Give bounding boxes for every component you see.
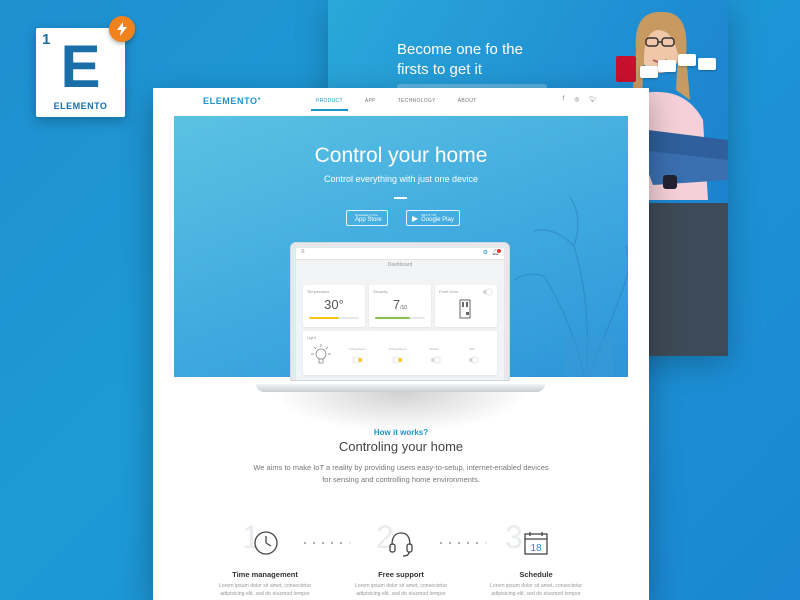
gear-icon[interactable]: ⚙ — [483, 249, 488, 256]
nav-brand-logo[interactable]: ELEMENTO● — [203, 96, 261, 106]
security-card[interactable]: Security 7/10 — [369, 285, 431, 327]
google-play-label: Google Play — [421, 217, 454, 223]
light-room-dining: Dining Room — [389, 347, 407, 351]
dashboard-topbar: ≡ ⚙ 🔔︎ — [296, 248, 504, 260]
landing-page-preview: ELEMENTO● PRODUCT APP TECHNOLOGY ABOUT f… — [153, 88, 649, 600]
temperature-value: 30° — [324, 297, 344, 312]
logo-letter: E — [60, 33, 101, 100]
kitchen-toggle[interactable] — [431, 357, 440, 363]
security-label: Security — [373, 289, 388, 294]
feature-number: 3 — [505, 519, 523, 555]
hero-title: Control your home — [314, 144, 488, 167]
light-room-living: Living Room — [349, 347, 366, 351]
app-store-button[interactable]: Download on the App Store — [346, 210, 388, 226]
temperature-bar-fill — [309, 317, 339, 319]
feature-description: Lorem ipsum dolor sit amet, consectetur … — [218, 583, 312, 597]
feature-free-support: 2 Free support Lorem ipsum dolor sit ame… — [346, 520, 456, 600]
twitter-icon[interactable]: 🐦︎ — [589, 96, 597, 103]
elemento-logo-badge: 1 E ELEMENTO — [36, 28, 125, 117]
security-bar — [375, 317, 425, 319]
nav-item-technology[interactable]: TECHNOLOGY — [398, 98, 436, 111]
security-value: 7/10 — [369, 297, 431, 312]
feature-title: Free support — [378, 570, 424, 579]
step-connector: › — [440, 540, 487, 546]
calendar-icon: 18 — [524, 532, 548, 555]
hamburger-menu-icon[interactable]: ≡ — [301, 249, 305, 255]
notification-dot — [497, 249, 501, 253]
front-door-card[interactable]: Front Door — [435, 285, 497, 327]
feature-schedule: 3 18 Schedule Lorem ipsum dolor sit amet… — [481, 520, 591, 600]
light-card: Light Living Room Dining Room Kitchen Ha… — [303, 331, 497, 375]
how-it-works-description: We aims to make IoT a reality by providi… — [253, 463, 549, 484]
feature-time-management: 1 Time management Lorem ipsum dolor sit … — [210, 520, 320, 600]
top-navigation: ELEMENTO● PRODUCT APP TECHNOLOGY ABOUT f… — [153, 88, 649, 116]
clock-icon — [254, 531, 278, 555]
feature-title: Schedule — [519, 570, 553, 579]
how-it-works-label: How it works? — [373, 428, 429, 437]
how-it-works-title: Controling your home — [338, 439, 464, 454]
headset-icon — [389, 532, 413, 557]
dashboard-title: Dashboard — [387, 262, 413, 268]
social-links: f ◎ 🐦︎ — [562, 96, 597, 103]
light-label: Light — [307, 335, 316, 340]
lightning-bolt-icon — [109, 16, 135, 42]
hero-subtitle: Control everything with just one device — [323, 174, 479, 184]
lightbulb-icon — [311, 344, 331, 364]
step-connector: › — [304, 540, 351, 546]
security-bar-fill — [375, 317, 410, 319]
light-room-kitchen: Kitchen — [429, 347, 440, 351]
hall-toggle[interactable] — [469, 357, 478, 363]
nav-item-product[interactable]: PRODUCT — [311, 98, 348, 111]
nav-menu: PRODUCT APP TECHNOLOGY ABOUT — [311, 98, 498, 111]
hero-divider — [394, 197, 407, 199]
front-door-label: Front Door — [439, 289, 459, 294]
play-icon: ▶ — [412, 213, 419, 223]
promo-headline: Become one fo the firsts to get it — [397, 41, 523, 78]
nav-brand-text: ELEMENTO — [203, 96, 258, 106]
light-room-hall: Hall — [469, 347, 475, 351]
dining-room-toggle[interactable] — [393, 357, 402, 363]
temperature-bar — [309, 317, 359, 319]
feature-title: Time management — [232, 570, 298, 579]
google-play-button[interactable]: ▶ GET IT ON Google Play — [406, 210, 460, 226]
laptop-screen: ≡ ⚙ 🔔︎ Dashboard Temperature 30° Securit… — [291, 243, 509, 380]
promo-dark-panel — [650, 203, 728, 356]
app-store-label: App Store — [355, 217, 382, 223]
door-icon — [459, 299, 471, 319]
temperature-card[interactable]: Temperature 30° — [303, 285, 365, 327]
plant-image — [514, 195, 628, 377]
feature-description: Lorem ipsum dolor sit amet, consectetur … — [354, 583, 448, 597]
laptop-shadow — [273, 392, 528, 432]
calendar-day: 18 — [530, 543, 542, 554]
facebook-icon[interactable]: f — [562, 96, 564, 103]
nav-item-about[interactable]: ABOUT — [458, 98, 477, 111]
front-door-toggle[interactable] — [483, 289, 492, 295]
laptop-base — [256, 384, 545, 392]
feature-description: Lorem ipsum dolor sit amet, consectetur … — [489, 583, 583, 597]
nav-item-app[interactable]: APP — [365, 98, 376, 111]
living-room-toggle[interactable] — [353, 357, 362, 363]
logo-name: ELEMENTO — [53, 101, 108, 111]
instagram-icon[interactable]: ◎ — [574, 96, 579, 103]
security-unit: /10 — [400, 305, 408, 311]
temperature-label: Temperature — [307, 289, 330, 294]
